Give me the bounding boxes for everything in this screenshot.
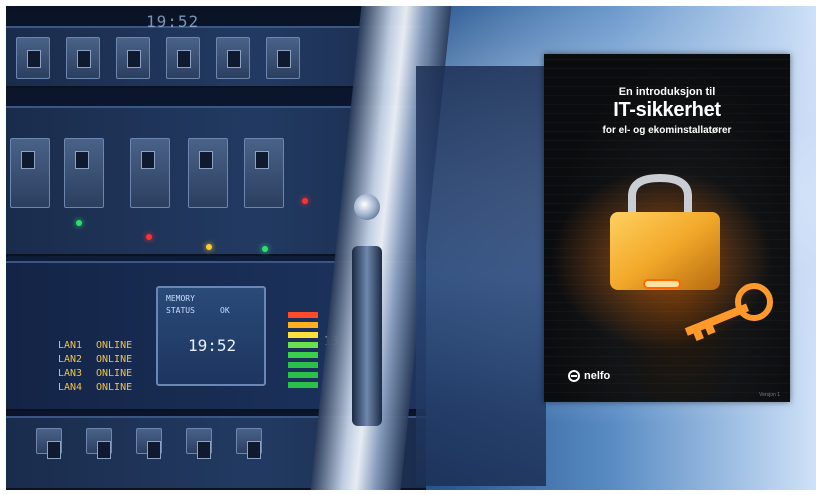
keyhole xyxy=(643,279,681,289)
server-room-photo: 19:52 LAN1 ONLINE LAN2 ONLINE LAN3 ONLIN… xyxy=(6,6,816,490)
lan-port-label: LAN1 xyxy=(58,340,83,351)
memory-label: MEMORY xyxy=(166,294,195,303)
lan-port-label: LAN3 xyxy=(58,368,83,379)
nelfo-logo: nelfo xyxy=(568,370,610,382)
lan-port-label: LAN4 xyxy=(58,382,83,393)
padlock-illustration xyxy=(552,169,773,349)
status-led xyxy=(206,244,212,250)
level-bar xyxy=(288,382,318,388)
drive-bay xyxy=(64,138,104,208)
drive-bay xyxy=(16,37,50,79)
status-led xyxy=(146,234,152,240)
status-value: OK xyxy=(220,306,230,315)
server-display-panel: MEMORY STATUS OK 19:52 xyxy=(156,286,266,386)
status-led xyxy=(76,220,82,226)
level-bar xyxy=(288,342,318,348)
lan-status-label: ONLINE xyxy=(96,368,133,379)
padlock-body xyxy=(610,212,720,290)
level-bar xyxy=(288,362,318,368)
status-led xyxy=(262,246,268,252)
drive-bay xyxy=(10,138,50,208)
drive-bay xyxy=(244,138,284,208)
lan-port-label: LAN2 xyxy=(58,354,83,365)
lan-status-label: ONLINE xyxy=(96,340,133,351)
drive-bay xyxy=(186,428,212,459)
display-clock: 19:52 xyxy=(188,336,237,355)
cover-version: Versjon 1 xyxy=(759,392,780,398)
drive-bay xyxy=(130,138,170,208)
lan-status-label: ONLINE xyxy=(96,354,133,365)
logo-text: nelfo xyxy=(584,370,611,382)
level-bar xyxy=(288,312,318,318)
door-handle xyxy=(352,246,382,426)
status-led xyxy=(302,198,308,204)
status-label: STATUS xyxy=(166,306,195,315)
nelfo-logo-icon xyxy=(568,370,580,382)
drive-bay xyxy=(216,37,250,79)
lan-status-label: ONLINE xyxy=(96,382,133,393)
brochure-cover: En introduksjon til IT-sikkerhet for el-… xyxy=(544,54,790,402)
drive-bay xyxy=(66,37,100,79)
drive-bay xyxy=(116,37,150,79)
drive-bay xyxy=(136,428,162,459)
drive-bay xyxy=(86,428,112,459)
level-bar xyxy=(288,322,318,328)
door-lock-knob xyxy=(354,194,380,220)
level-bar xyxy=(288,332,318,338)
background-rack xyxy=(416,66,546,486)
rack-clock-readout: 19:52 xyxy=(146,12,200,31)
drive-bay xyxy=(266,37,300,79)
level-bar xyxy=(288,372,318,378)
drive-bay xyxy=(166,37,200,79)
level-bar xyxy=(288,352,318,358)
drive-bay xyxy=(236,428,262,459)
drive-bay xyxy=(188,138,228,208)
drive-bay xyxy=(36,428,62,459)
